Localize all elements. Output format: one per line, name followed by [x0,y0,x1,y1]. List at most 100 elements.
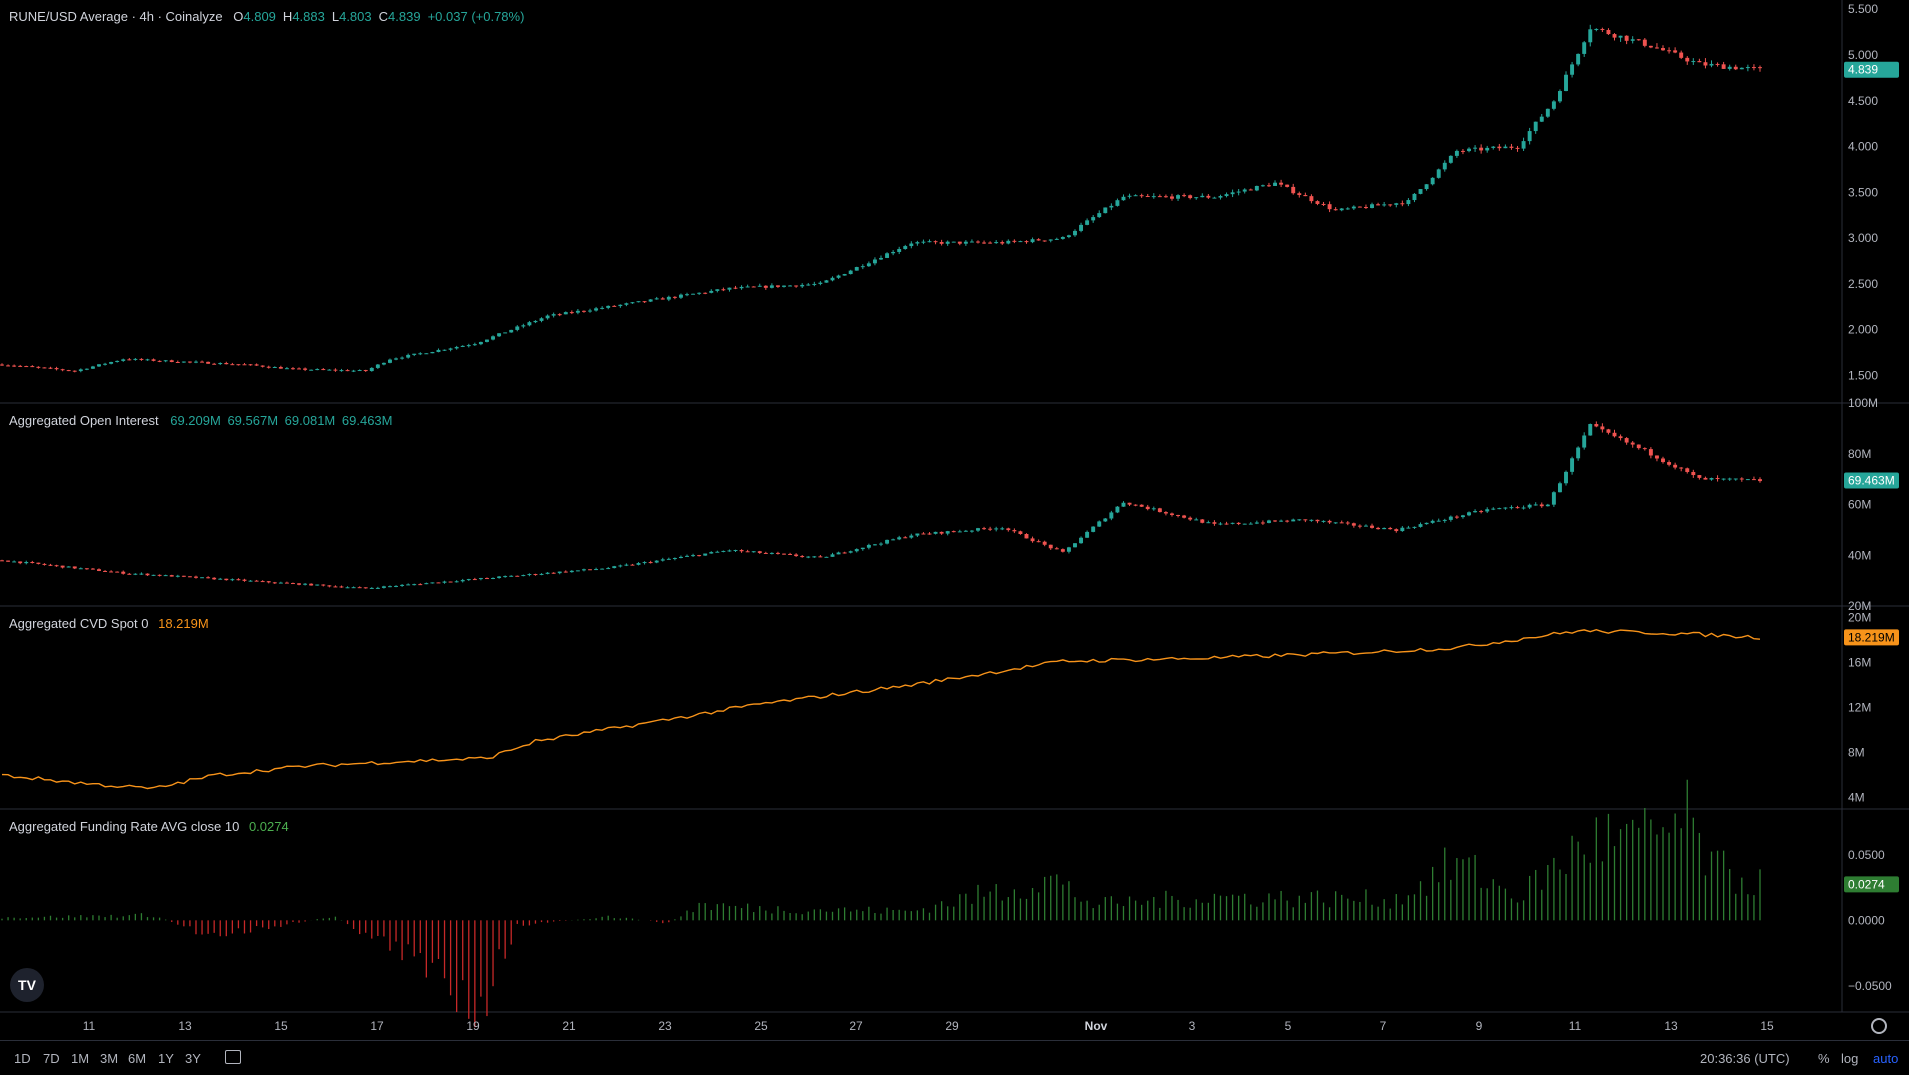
candle-body [1303,195,1308,197]
candle-body [345,587,350,589]
timeframe-1m[interactable]: 1M [71,1051,89,1066]
chart-canvas[interactable]: 5.500 5.000 4.500 4.000 3.500 3.000 2.500 2.000… [0,0,1909,1074]
candle-body [860,547,865,550]
candle-body [1091,217,1096,221]
candle-body [691,293,696,295]
candle-body [36,366,41,368]
candle-body [794,554,799,557]
utc-clock[interactable]: 20:36:36 (UTC) [1700,1051,1790,1066]
axis-tick-label: 80M [1848,447,1871,461]
candle-body [1218,196,1223,198]
candle-body [72,566,77,569]
candle-body [709,290,714,293]
candle-body [1279,520,1284,522]
candle-body [1533,504,1538,506]
timeframe-1d[interactable]: 1D [14,1051,31,1066]
candle-body [1012,530,1017,532]
candle-body [788,553,793,555]
candle-body [994,528,999,530]
candle-body [103,363,108,365]
candle-body [6,560,11,562]
time-axis-label: 21 [562,1019,576,1033]
timeframe-6m[interactable]: 6M [128,1051,146,1066]
candle-body [1382,527,1387,530]
funding-legend: Aggregated Funding Rate AVG close 10 0.0… [9,819,292,834]
candle-body [454,346,459,349]
candle-body [788,285,793,287]
candle-body [1176,514,1181,516]
candle-body [1097,213,1102,218]
candle-body [1667,462,1672,465]
axis-tick-label: 100M [1848,396,1878,410]
candle-body [624,564,629,566]
candle-body [127,359,132,361]
candle-body [606,305,611,308]
candle-body [939,242,944,244]
candle-body [1436,169,1441,178]
candle-body [818,282,823,284]
candle-body [794,285,799,287]
candle-body [1394,203,1399,205]
candle-body [145,573,150,576]
cvd-value: 18.219M [158,616,209,631]
timeframe-3m[interactable]: 3M [100,1051,118,1066]
candle-body [1448,155,1453,163]
candle-body [1176,195,1181,199]
candle-body [1497,508,1502,510]
candle-body [18,561,23,564]
time-axis[interactable]: 11 13 15 17 19 21 23 25 27 29 Nov 3 5 7 9 11 13 15 [83,1019,1774,1033]
candle-body [90,568,95,570]
timeframe-1y[interactable]: 1Y [158,1051,174,1066]
candle-body [1339,208,1344,211]
candle-body [1388,527,1393,530]
candle-body [1418,524,1423,527]
candle-body [1273,520,1277,522]
time-axis-label: 13 [178,1019,192,1033]
price-axes[interactable]: 5.500 5.000 4.500 4.000 3.500 3.000 2.500 2.000… [1848,2,1892,993]
candle-body [969,241,974,243]
candle-body [994,242,999,244]
candle-body [969,530,974,532]
candle-body [1224,194,1229,197]
candle-body [1412,526,1417,528]
candle-body [909,535,914,538]
candle-body [18,365,23,367]
candle-body [478,578,483,580]
candle-body [66,566,71,568]
candle-body [1448,516,1453,520]
candle-body [588,569,592,571]
log-scale-toggle[interactable]: log [1841,1051,1858,1066]
settings-gear-icon[interactable] [1871,1018,1887,1034]
candle-body [897,537,902,540]
candle-body [1685,468,1690,472]
candle-body [1394,529,1399,532]
candle-body [1230,192,1235,195]
candle-body [1260,522,1265,524]
candle-body [1315,201,1320,204]
candle-body [485,578,489,580]
candle-body [909,243,914,247]
ohlc-values: O4.809 H4.883 L4.803 C4.839 +0.037 (+0.78%) [229,9,527,24]
candle-body [836,275,841,278]
candle-body [1297,193,1302,196]
tradingview-logo-icon[interactable]: TV [10,968,44,1002]
candle-body [1594,28,1599,30]
candle-body [351,370,356,372]
candle-body [697,292,702,294]
auto-scale-toggle[interactable]: auto [1873,1051,1898,1066]
date-range-icon[interactable] [225,1050,241,1064]
candle-body [1024,533,1029,539]
candle-body [1303,519,1308,521]
timeframe-3y[interactable]: 3Y [185,1051,201,1066]
candle-body [145,359,150,361]
candle-body [121,359,126,361]
candle-body [1515,147,1520,149]
candle-body [1406,527,1411,529]
candle-body [472,344,477,346]
candle-body [1151,508,1156,510]
timeframe-7d[interactable]: 7D [43,1051,60,1066]
candle-body [1267,185,1271,187]
candle-body [1121,196,1126,201]
percent-scale-toggle[interactable]: % [1818,1051,1830,1066]
candle-body [1618,35,1623,38]
